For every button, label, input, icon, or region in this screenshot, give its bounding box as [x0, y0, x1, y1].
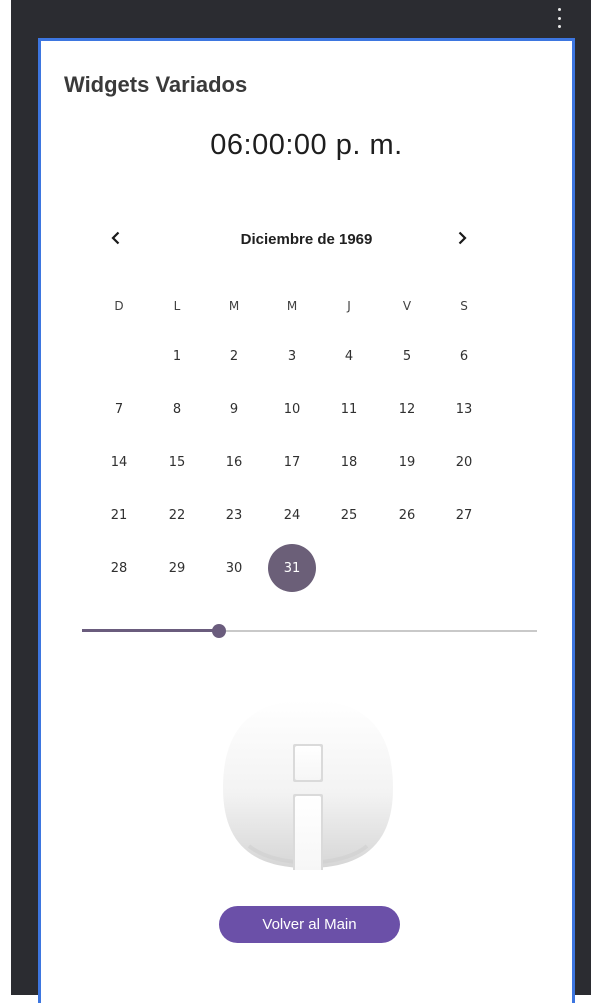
- volver-main-button[interactable]: Volver al Main: [219, 906, 400, 943]
- calendar-day[interactable]: 16: [210, 438, 258, 486]
- calendar-day[interactable]: 28: [95, 544, 143, 592]
- chevron-right-icon[interactable]: [450, 226, 474, 250]
- calendar-day[interactable]: 13: [440, 385, 488, 433]
- calendar-day[interactable]: 19: [383, 438, 431, 486]
- page-title: Widgets Variados: [64, 72, 248, 97]
- calendar-day[interactable]: 5: [383, 332, 431, 380]
- calendar-day-selected[interactable]: 31: [268, 544, 316, 592]
- calendar-day[interactable]: 11: [325, 385, 373, 433]
- calendar-day[interactable]: 8: [153, 385, 201, 433]
- more-vert-icon[interactable]: [554, 8, 564, 28]
- calendar-week-row: 7 8 9 10 11 12 13: [88, 389, 493, 429]
- weekday-label: M: [286, 299, 298, 313]
- calendar-day[interactable]: 17: [268, 438, 316, 486]
- calendar-day[interactable]: 2: [210, 332, 258, 380]
- widgets-panel: Widgets Variados 06:00:00 p. m. Diciembr…: [38, 38, 575, 1003]
- weekday-label: D: [114, 299, 124, 313]
- calendar-day[interactable]: 12: [383, 385, 431, 433]
- seek-bar-thumb[interactable]: [211, 624, 226, 638]
- weekday-label: S: [460, 299, 468, 313]
- calendar-week-row: 1 2 3 4 5 6: [88, 336, 493, 376]
- calendar-day[interactable]: 7: [95, 385, 143, 433]
- calendar-day[interactable]: 29: [153, 544, 201, 592]
- calendar-day[interactable]: 6: [440, 332, 488, 380]
- calendar-day[interactable]: 15: [153, 438, 201, 486]
- weekday-label: M: [228, 299, 240, 313]
- calendar-day[interactable]: 26: [383, 491, 431, 539]
- calendar-day[interactable]: 24: [268, 491, 316, 539]
- calendar-day[interactable]: 23: [210, 491, 258, 539]
- calendar-day[interactable]: 9: [210, 385, 258, 433]
- calendar-day[interactable]: 20: [440, 438, 488, 486]
- calendar-day[interactable]: 22: [153, 491, 201, 539]
- calendar-weekday-row: D L M M J V S: [88, 286, 493, 326]
- calendar-day[interactable]: 3: [268, 332, 316, 380]
- seek-bar-progress: [82, 629, 219, 632]
- calendar-day[interactable]: 1: [153, 332, 201, 380]
- calendar-week-row: 21 22 23 24 25 26 27: [88, 495, 493, 535]
- calendar-day[interactable]: 18: [325, 438, 373, 486]
- seek-bar[interactable]: [82, 621, 537, 641]
- weekday-label: J: [347, 299, 351, 313]
- calendar-week-row: 28 29 30 31: [88, 544, 493, 592]
- calendar-week-row: 14 15 16 17 18 19 20: [88, 442, 493, 482]
- calendar-day[interactable]: 21: [95, 491, 143, 539]
- calendar-day[interactable]: 4: [325, 332, 373, 380]
- calendar-month-header: Diciembre de 1969: [240, 231, 373, 248]
- calendar-day[interactable]: 10: [268, 385, 316, 433]
- calendar-day[interactable]: 27: [440, 491, 488, 539]
- info-icon: [223, 700, 393, 870]
- text-clock: 06:00:00 p. m.: [210, 129, 403, 161]
- calendar-day[interactable]: 30: [210, 544, 258, 592]
- calendar-day[interactable]: 25: [325, 491, 373, 539]
- calendar-day[interactable]: 14: [95, 438, 143, 486]
- weekday-label: L: [173, 299, 181, 313]
- weekday-label: V: [402, 299, 412, 313]
